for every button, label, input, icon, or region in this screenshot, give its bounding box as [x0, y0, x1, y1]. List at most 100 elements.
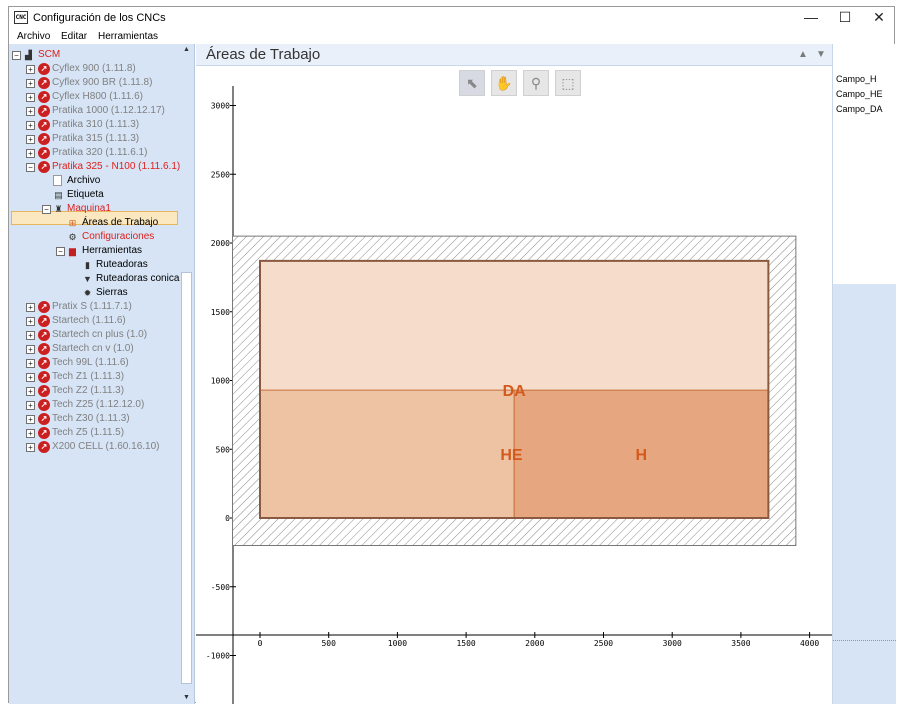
menu-editar[interactable]: Editar — [61, 31, 87, 42]
tree-item-label: Tech Z25 (1.12.12.0) — [52, 399, 145, 410]
move-down-icon[interactable]: ▼ — [815, 49, 827, 61]
expand-icon[interactable]: + — [26, 93, 35, 102]
scm-logo-icon: ↗ — [38, 77, 50, 89]
scm-logo-icon: ↗ — [38, 441, 50, 453]
tree-item-archivo[interactable]: Archivo — [9, 174, 179, 188]
panel-title: Áreas de Trabajo — [206, 46, 321, 63]
expand-icon[interactable]: + — [26, 317, 35, 326]
expand-icon[interactable]: + — [26, 373, 35, 382]
scm-logo-icon: ↗ — [38, 105, 50, 117]
expand-icon[interactable]: + — [26, 401, 35, 410]
expand-icon[interactable]: + — [26, 345, 35, 354]
scroll-up-icon[interactable]: ▲ — [183, 46, 190, 53]
collapse-icon[interactable]: − — [12, 51, 21, 60]
scm-logo-icon: ↗ — [38, 399, 50, 411]
tree-item-machine[interactable]: + ↗ Cyflex 900 BR (1.11.8) — [9, 76, 179, 90]
tree-item-machine[interactable]: + ↗ Pratika 310 (1.11.3) — [9, 118, 179, 132]
tree-item-machine[interactable]: + ↗ Tech Z1 (1.11.3) — [9, 370, 179, 384]
expand-icon[interactable]: + — [26, 359, 35, 368]
pointer-tool-button[interactable]: ⬉ — [459, 70, 485, 96]
x-tick-label: 500 — [321, 639, 336, 648]
collapse-icon[interactable]: − — [26, 163, 35, 172]
tree-item-machine[interactable]: + ↗ Startech cn plus (1.0) — [9, 328, 179, 342]
tree-item-machine[interactable]: + ↗ X200 CELL (1.60.16.10) — [9, 440, 179, 454]
expand-icon[interactable]: + — [26, 135, 35, 144]
expand-icon[interactable]: + — [26, 443, 35, 452]
tree-item-machine[interactable]: − ↗ Pratika 325 - N100 (1.11.6.1) — [9, 160, 181, 174]
splitter[interactable] — [833, 640, 896, 643]
tree-item-ruteadoras[interactable]: ▮ Ruteadoras — [9, 258, 179, 272]
field-label-h: H — [636, 447, 648, 464]
move-up-icon[interactable]: ▲ — [797, 49, 809, 61]
tree-item-machine[interactable]: + ↗ Tech Z25 (1.12.12.0) — [9, 398, 179, 412]
tree-item-machine[interactable]: + ↗ Tech Z2 (1.11.3) — [9, 384, 179, 398]
menu-herramientas[interactable]: Herramientas — [98, 31, 158, 42]
field-rect-he[interactable] — [259, 389, 515, 519]
router-bit-icon: ▮ — [85, 260, 90, 270]
tree-item-label: Cyflex 900 BR (1.11.8) — [52, 77, 153, 88]
tree-item-machine[interactable]: + ↗ Pratix S (1.11.7.1) — [9, 300, 179, 314]
expand-icon[interactable]: + — [26, 331, 35, 340]
tree-item-root[interactable]: − ▟ SCM — [9, 48, 179, 62]
tree-item-label: Tech Z1 (1.11.3) — [52, 371, 125, 382]
tree-item-label: Archivo — [67, 175, 101, 186]
expand-icon[interactable]: + — [26, 415, 35, 424]
tree-item-machine[interactable]: + ↗ Pratika 320 (1.11.6.1) — [9, 146, 179, 160]
pan-tool-button[interactable]: ✋ — [491, 70, 517, 96]
tree-item-machine[interactable]: + ↗ Cyflex 900 (1.11.8) — [9, 62, 179, 76]
scm-logo-icon: ↗ — [38, 133, 50, 145]
minimize-button[interactable]: — — [794, 7, 828, 29]
tree-item-label: Tech Z5 (1.11.5) — [52, 427, 125, 438]
scm-logo-icon: ↗ — [38, 329, 50, 341]
expand-icon[interactable]: + — [26, 79, 35, 88]
tree-item-machine[interactable]: + ↗ Cyflex H800 (1.11.6) — [9, 90, 179, 104]
collapse-icon[interactable]: − — [42, 205, 51, 214]
scroll-down-icon[interactable]: ▼ — [183, 694, 190, 701]
field-item-da[interactable]: Campo_DA — [836, 104, 883, 114]
field-item-he[interactable]: Campo_HE — [836, 89, 883, 99]
tree-item-label: Tech Z30 (1.11.3) — [52, 413, 130, 424]
tree-item-machine[interactable]: + ↗ Tech Z5 (1.11.5) — [9, 426, 179, 440]
tree-item-machine[interactable]: + ↗ Pratika 315 (1.11.3) — [9, 132, 179, 146]
expand-icon[interactable]: + — [26, 121, 35, 130]
expand-icon[interactable]: + — [26, 107, 35, 116]
x-tick-label: 0 — [258, 639, 263, 648]
expand-icon[interactable]: + — [26, 387, 35, 396]
fields-list-panel: Campo_H Campo_HE Campo_DA — [832, 44, 896, 704]
tree-item-areas-de-trabajo[interactable]: ⊞ Áreas de Trabajo — [9, 216, 179, 230]
tree-item-configuraciones[interactable]: ⚙ Configuraciones — [9, 230, 179, 244]
zoom-tool-button[interactable]: ⚲ — [523, 70, 549, 96]
scm-logo-icon: ↗ — [38, 63, 50, 75]
expand-icon[interactable]: + — [26, 303, 35, 312]
close-button[interactable]: ✕ — [862, 7, 896, 29]
y-tick-label: 2500 — [211, 170, 230, 179]
scm-logo-icon: ↗ — [38, 91, 50, 103]
scrollbar-thumb[interactable] — [181, 272, 192, 684]
tree-item-ruteadoras-conica[interactable]: ▼ Ruteadoras conica — [9, 272, 179, 286]
field-label-he: HE — [500, 447, 523, 464]
expand-icon[interactable]: + — [26, 65, 35, 74]
x-tick-label: 3500 — [731, 639, 750, 648]
tree-item-machine[interactable]: + ↗ Tech 99L (1.11.6) — [9, 356, 179, 370]
tree-item-sierras[interactable]: ✹ Sierras — [9, 286, 179, 300]
work-area-plot[interactable]: 3000 2500 2000 1500 1000 500 0 -500 -1000 0 500 100… — [196, 66, 832, 704]
menu-archivo[interactable]: Archivo — [17, 31, 50, 42]
maximize-button[interactable]: ☐ — [828, 7, 862, 29]
select-region-button[interactable]: ⬚ — [555, 70, 581, 96]
tree-item-label: Ruteadoras — [96, 259, 148, 270]
tree-item-machine[interactable]: + ↗ Tech Z30 (1.11.3) — [9, 412, 179, 426]
x-tick-label: 1000 — [388, 639, 407, 648]
tree-item-machine[interactable]: + ↗ Startech cn v (1.0) — [9, 342, 179, 356]
tree-item-machine[interactable]: + ↗ Pratika 1000 (1.12.12.17) — [9, 104, 179, 118]
field-item-h[interactable]: Campo_H — [836, 74, 877, 84]
tree-item-etiqueta[interactable]: ▤ Etiqueta — [9, 188, 179, 202]
expand-icon[interactable]: + — [26, 429, 35, 438]
collapse-icon[interactable]: − — [56, 247, 65, 256]
tree-item-label: Tech Z2 (1.11.3) — [52, 385, 125, 396]
tree-item-maquina1[interactable]: − ♜ Maquina1 — [9, 202, 179, 216]
tree-item-herramientas[interactable]: − ▆ Herramientas — [9, 244, 179, 258]
tree-item-label: Pratika 325 - N100 (1.11.6.1) — [52, 161, 181, 172]
expand-icon[interactable]: + — [26, 149, 35, 158]
tree-item-label: Pratika 315 (1.11.3) — [52, 133, 140, 144]
tree-item-machine[interactable]: + ↗ Startech (1.11.6) — [9, 314, 179, 328]
